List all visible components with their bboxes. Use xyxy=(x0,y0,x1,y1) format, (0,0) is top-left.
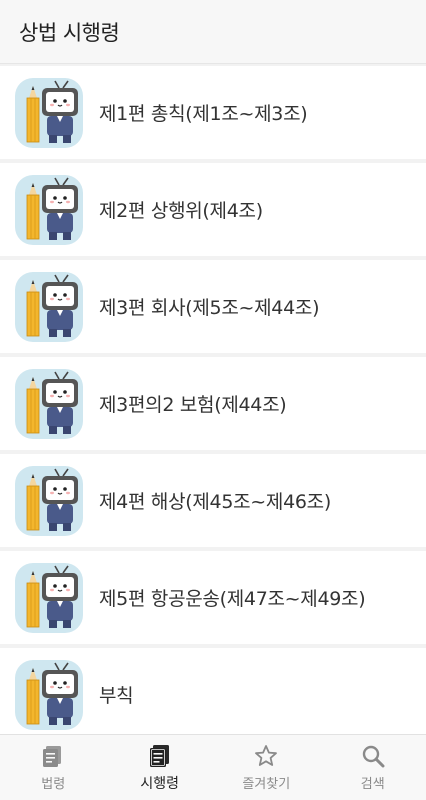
mascot-avatar-icon xyxy=(15,77,83,148)
chapter-row-7[interactable]: 부칙 xyxy=(0,648,426,741)
mascot-avatar-icon xyxy=(15,271,83,342)
mascot-avatar-icon xyxy=(15,465,83,536)
app-header: 상법 시행령 xyxy=(0,0,426,64)
mascot-avatar-icon xyxy=(15,562,83,633)
search-icon xyxy=(362,745,385,768)
star-icon xyxy=(255,745,278,766)
nav-label: 검색 xyxy=(360,777,385,792)
chapter-row-5[interactable]: 제4편 해상(제45조~제46조) xyxy=(0,454,426,547)
chapter-label: 부칙 xyxy=(99,685,134,707)
nav-label: 시행령 xyxy=(140,775,180,792)
nav-tab-decree[interactable]: 시행령 xyxy=(107,735,214,800)
nav-tab-law[interactable]: 법령 xyxy=(0,735,107,800)
chapter-row-3[interactable]: 제3편 회사(제5조~제44조) xyxy=(0,260,426,353)
mascot-avatar-icon xyxy=(15,659,83,730)
nav-tab-favorites[interactable]: 즐겨찾기 xyxy=(213,735,320,800)
chapter-row-2[interactable]: 제2편 상행위(제4조) xyxy=(0,163,426,256)
chapter-label: 제1편 총칙(제1조~제3조) xyxy=(99,103,308,125)
chapter-label: 제3편의2 보험(제44조) xyxy=(99,394,287,416)
chapter-label: 제2편 상행위(제4조) xyxy=(99,200,263,222)
chapter-list: 제1편 총칙(제1조~제3조) 제2편 상행위(제4조) 제3편 회사(제5조~… xyxy=(0,66,426,745)
chapter-row-6[interactable]: 제5편 항공운송(제47조~제49조) xyxy=(0,551,426,644)
mascot-avatar-icon xyxy=(15,174,83,245)
bottom-navigation: 법령 시행령 즐겨찾기 검색 xyxy=(0,734,426,800)
chapter-row-1[interactable]: 제1편 총칙(제1조~제3조) xyxy=(0,66,426,159)
nav-label: 법령 xyxy=(41,777,66,792)
chapter-row-4[interactable]: 제3편의2 보험(제44조) xyxy=(0,357,426,450)
law-book-icon xyxy=(43,746,62,767)
nav-label: 즐겨찾기 xyxy=(242,777,291,792)
nav-tab-search[interactable]: 검색 xyxy=(320,735,426,800)
decree-book-icon xyxy=(149,744,169,767)
chapter-label: 제4편 해상(제45조~제46조) xyxy=(99,491,331,513)
mascot-avatar-icon xyxy=(15,368,83,439)
chapter-label: 제5편 항공운송(제47조~제49조) xyxy=(99,588,366,610)
page-title: 상법 시행령 xyxy=(19,20,120,45)
chapter-label: 제3편 회사(제5조~제44조) xyxy=(99,297,320,319)
